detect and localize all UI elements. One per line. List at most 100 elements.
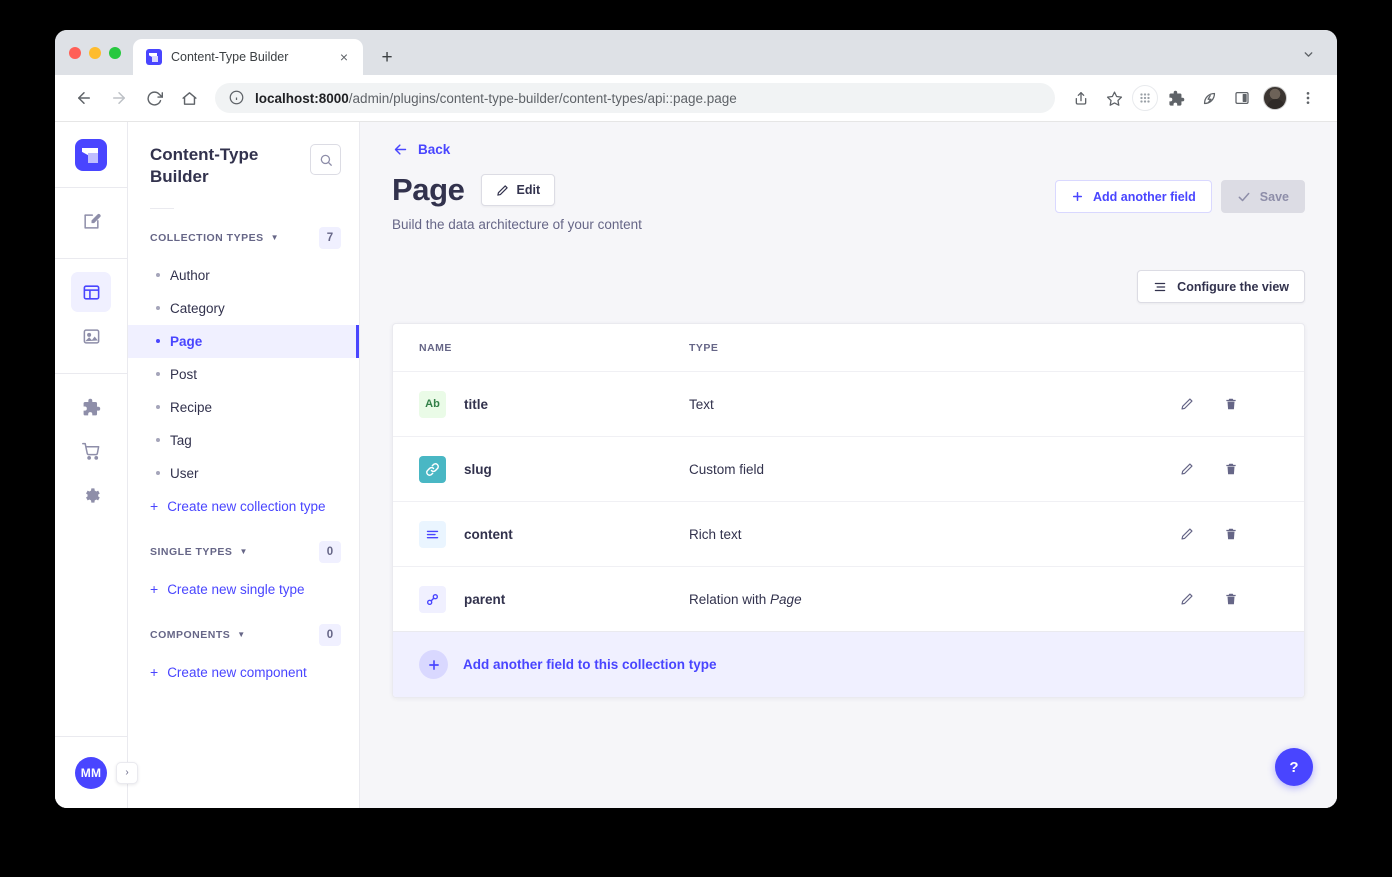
create-link-label: Create new collection type [167,498,326,514]
sidebar-item-label: Author [170,267,210,283]
sidebar-item-recipe[interactable]: Recipe [128,391,359,424]
save-button[interactable]: Save [1220,180,1305,213]
browser-tabstrip: Content-Type Builder × + [55,30,1337,75]
create-new-single-type-button[interactable]: + Create new single type [128,573,359,606]
cell-type: Custom field [689,462,1168,477]
configure-the-view-button[interactable]: Configure the view [1137,270,1305,303]
leaf-performance-icon[interactable] [1194,83,1224,113]
pencil-icon[interactable] [1178,460,1196,478]
table-row[interactable]: Ab title Text [393,371,1304,436]
search-icon[interactable] [310,144,341,175]
sidebar-item-label: Post [170,366,198,382]
close-window-button[interactable] [69,46,81,59]
sidebar-item-page[interactable]: Page [128,324,359,358]
back-arrow-icon[interactable] [69,83,99,113]
column-header-type: TYPE [689,341,719,354]
create-new-collection-type-button[interactable]: + Create new collection type [128,490,359,523]
address-bar[interactable]: localhost:8000/admin/plugins/content-typ… [215,83,1055,113]
field-name: content [464,526,513,542]
sidebar-item-author[interactable]: Author [128,259,359,292]
sidebar-item-content-manager[interactable] [71,201,111,241]
sidebar-item-media-library[interactable] [71,316,111,356]
relation-link-icon [419,585,446,613]
sidebar-item-user[interactable]: User [128,457,359,490]
save-button-label: Save [1259,189,1289,204]
trash-icon[interactable] [1222,395,1240,413]
trash-icon[interactable] [1222,590,1240,608]
chevron-down-icon[interactable]: ▼ [271,233,279,242]
chevron-down-icon[interactable]: ▼ [237,630,245,639]
share-icon[interactable] [1066,83,1096,113]
section-header-components[interactable]: COMPONENTS ▼ 0 [128,606,359,656]
chevron-down-icon[interactable] [1295,41,1321,67]
trash-icon[interactable] [1222,460,1240,478]
profile-avatar-icon[interactable] [1260,83,1290,113]
browser-tab[interactable]: Content-Type Builder × [133,39,363,75]
edit-button[interactable]: Edit [480,174,556,206]
section-header-single-types[interactable]: SINGLE TYPES ▼ 0 [128,523,359,573]
kebab-menu-icon[interactable] [1293,83,1323,113]
star-icon[interactable] [1099,83,1129,113]
create-new-component-button[interactable]: + Create new component [128,656,359,689]
sidebar-item-plugins[interactable] [71,387,111,427]
help-button[interactable]: ? [1275,748,1313,786]
new-tab-button[interactable]: + [373,43,401,71]
sidebar-item-settings[interactable] [71,475,111,515]
back-link[interactable]: Back [392,142,1305,157]
table-row[interactable]: content Rich text [393,501,1304,566]
rail-group-plugins-primary [55,258,127,373]
table-row[interactable]: slug Custom field [393,436,1304,501]
sliders-icon [1153,280,1167,294]
sidebar-item-marketplace[interactable] [71,431,111,471]
add-another-field-button[interactable]: Add another field [1055,180,1212,213]
add-another-field-to-collection-label: Add another field to this collection typ… [463,657,717,672]
reload-icon[interactable] [139,83,169,113]
chevron-down-icon[interactable]: ▼ [239,547,247,556]
section-count-badge: 0 [319,623,341,646]
page-header-actions: Add another field Save [1055,172,1305,213]
minimize-window-button[interactable] [89,46,101,59]
section-count-badge: 0 [319,540,341,563]
sidebar-item-tag[interactable]: Tag [128,424,359,457]
rail-group-general [55,373,127,532]
cell-actions [1168,460,1278,478]
close-icon[interactable]: × [335,48,353,66]
sidebar-item-content-type-builder[interactable] [71,272,111,312]
add-another-field-label: Add another field [1093,189,1196,204]
pencil-icon[interactable] [1178,590,1196,608]
address-bar-host: localhost:8000 [255,90,349,106]
home-icon[interactable] [174,83,204,113]
trash-icon[interactable] [1222,525,1240,543]
table-row[interactable]: parent Relation with Page [393,566,1304,631]
section-header-collection-types[interactable]: COLLECTION TYPES ▼ 7 [128,209,359,259]
forward-arrow-icon[interactable] [104,83,134,113]
address-bar-path: /admin/plugins/content-type-builder/cont… [348,90,737,106]
side-panel-icon[interactable] [1227,83,1257,113]
sidebar-item-post[interactable]: Post [128,358,359,391]
strapi-logo[interactable] [55,122,127,188]
pencil-icon [496,184,509,197]
puzzle-icon[interactable] [1161,83,1191,113]
column-header-name: NAME [419,341,452,354]
pencil-icon[interactable] [1178,395,1196,413]
section-label: SINGLE TYPES [150,545,233,558]
add-another-field-to-collection-button[interactable]: Add another field to this collection typ… [393,631,1304,697]
section-label: COLLECTION TYPES [150,231,264,244]
page-header-left: Page Edit Build the data architecture of… [392,172,642,232]
cell-name: content [419,520,689,548]
sidebar-item-category[interactable]: Category [128,292,359,325]
section-count-badge: 7 [319,226,341,249]
cell-actions [1168,525,1278,543]
plus-icon: + [150,581,159,597]
pencil-icon[interactable] [1178,525,1196,543]
expand-nav-button[interactable]: › [116,761,138,784]
strapi-admin-app: MM › Content-Type Builder COLLECTION TYP… [55,122,1337,808]
cell-name: parent [419,585,689,613]
edit-button-label: Edit [516,183,541,197]
field-name: slug [464,461,492,477]
address-bar-url: localhost:8000/admin/plugins/content-typ… [255,91,737,106]
maximize-window-button[interactable] [109,46,121,59]
apps-grid-icon[interactable] [1132,85,1158,111]
sidebar-item-label: Category [170,300,225,316]
avatar[interactable]: MM [75,756,107,789]
